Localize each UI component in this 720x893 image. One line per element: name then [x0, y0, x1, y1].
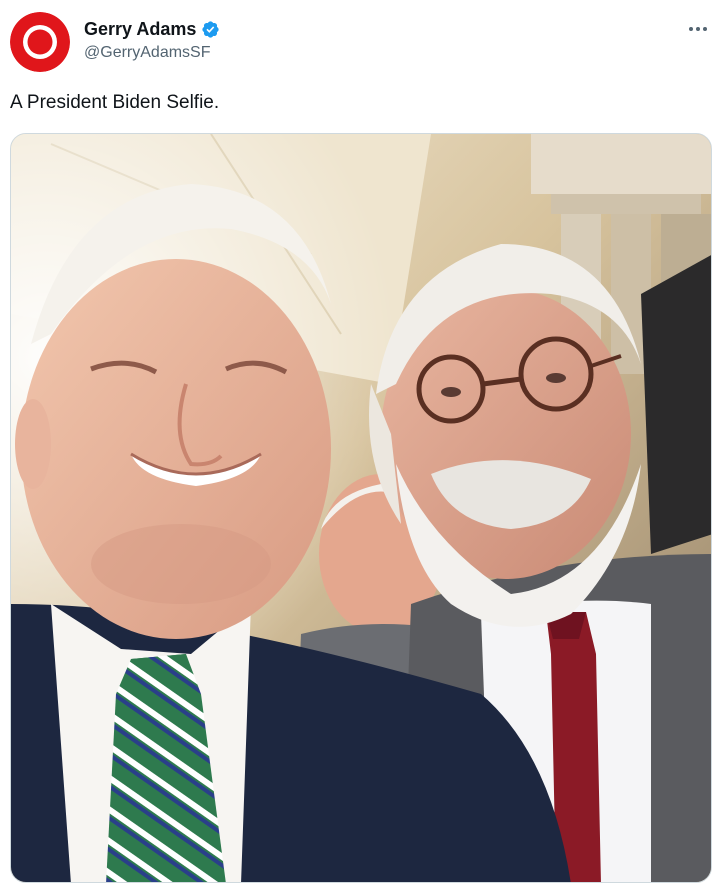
more-options-button[interactable]	[684, 18, 712, 40]
more-horizontal-icon	[689, 27, 707, 31]
author-handle[interactable]: @GerryAdamsSF	[84, 44, 210, 62]
target-logo-icon	[10, 12, 70, 72]
author-display-name[interactable]: Gerry Adams	[84, 19, 196, 40]
tweet-header: Gerry Adams @GerryAdamsSF	[8, 10, 712, 74]
tweet-card: Gerry Adams @GerryAdamsSF A President Bi…	[0, 0, 720, 893]
avatar[interactable]	[10, 12, 70, 72]
verified-badge-icon	[201, 20, 220, 39]
selfie-photo-illustration	[11, 134, 711, 882]
tweet-text: A President Biden Selfie.	[10, 92, 220, 113]
tweet-photo[interactable]	[10, 133, 712, 883]
author-name-row[interactable]: Gerry Adams	[84, 18, 220, 40]
